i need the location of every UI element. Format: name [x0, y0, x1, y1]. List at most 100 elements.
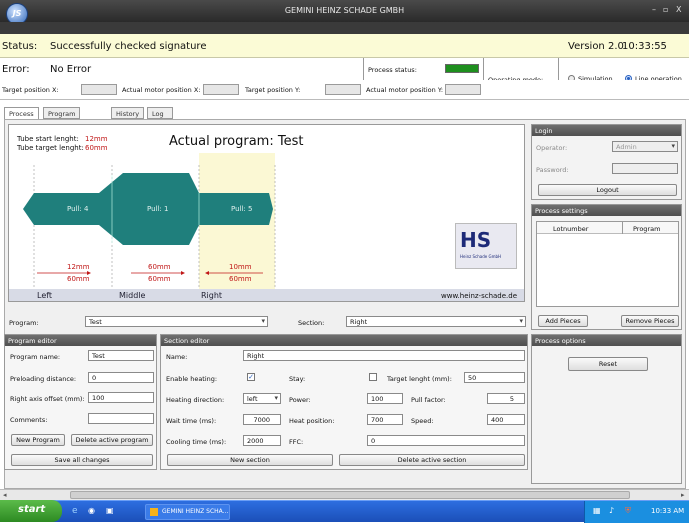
- title-bar: GEMINI HEINZ SCHADE GMBH – ▫ X: [0, 0, 689, 22]
- pull-factor-stepper[interactable]: 5: [487, 393, 525, 404]
- operator-label: Operator:: [536, 144, 568, 152]
- wait-time-label: Wait time (ms):: [166, 417, 217, 425]
- program-title: Actual program: Test: [169, 134, 304, 149]
- tab-program-settings[interactable]: Program settings: [43, 107, 81, 126]
- process-options-header: Process options: [532, 335, 681, 346]
- delete-section-button[interactable]: Delete active section: [339, 454, 525, 466]
- power-label: Power:: [289, 396, 311, 404]
- section-editor-panel: Section editor Name: Right Enable heatin…: [160, 334, 528, 470]
- error-row: Error: No Error Process status: Operatin…: [0, 58, 689, 100]
- error-label: Error:: [2, 64, 30, 75]
- status-label: Status:: [2, 41, 38, 52]
- tube-start-label: Tube start lenght:: [17, 135, 79, 143]
- new-program-button[interactable]: New Program: [11, 434, 65, 446]
- desktop-icon[interactable]: ▣: [106, 506, 114, 515]
- dim-left-bottom: 60mm: [67, 275, 90, 283]
- scroll-left-icon[interactable]: ◂: [3, 491, 7, 499]
- start-button[interactable]: start: [0, 500, 62, 522]
- login-header: Login: [532, 125, 681, 136]
- heating-direction-select[interactable]: left: [243, 393, 281, 404]
- enable-heating-checkbox[interactable]: ✓: [247, 373, 255, 381]
- col-lotnumber[interactable]: Lotnumber: [553, 225, 588, 233]
- logout-button[interactable]: Logout: [538, 184, 677, 196]
- password-field[interactable]: [612, 163, 678, 174]
- col-program[interactable]: Program: [633, 225, 660, 233]
- dim-middle-bottom: 60mm: [148, 275, 171, 283]
- process-settings-header: Process settings: [532, 205, 681, 216]
- dim-right-top: 10mm: [229, 263, 252, 271]
- volume-icon[interactable]: ♪: [609, 506, 614, 515]
- speed-input[interactable]: 400: [487, 414, 525, 425]
- add-pieces-button[interactable]: Add Pieces: [538, 315, 588, 327]
- section-select[interactable]: Right: [346, 316, 526, 327]
- tab-log-book[interactable]: Log book: [147, 107, 173, 126]
- maximize-button[interactable]: ▫: [663, 5, 668, 14]
- section-left-label[interactable]: Left: [37, 291, 52, 300]
- cooling-time-input[interactable]: 2000: [243, 435, 281, 446]
- offset-input[interactable]: 100: [88, 392, 154, 403]
- program-select[interactable]: Test: [85, 316, 268, 327]
- section-name-input[interactable]: Right: [243, 350, 525, 361]
- new-section-button[interactable]: New section: [167, 454, 333, 466]
- media-icon[interactable]: ◉: [88, 506, 95, 515]
- title-bar-lower: [0, 22, 689, 34]
- comments-input[interactable]: [88, 413, 154, 424]
- heat-position-input[interactable]: 700: [367, 414, 403, 425]
- save-all-button[interactable]: Save all changes: [11, 454, 153, 466]
- login-panel: Login Operator: Admin Password: Logout: [531, 124, 682, 200]
- target-y-field: [325, 84, 361, 95]
- process-status-indicator: [445, 64, 479, 73]
- offset-label: Right axis offset (mm):: [10, 395, 85, 403]
- process-options-panel: Process options Reset: [531, 334, 682, 484]
- tube-target-label: Tube target lenght:: [17, 144, 84, 152]
- scroll-right-icon[interactable]: ▸: [681, 491, 685, 499]
- preload-label: Preloading distance:: [10, 375, 77, 383]
- taskbar: GEMINI HEINZ SCHA... e ◉ ▣ 10:33 AM ▦ ♪ …: [0, 500, 689, 523]
- remove-pieces-button[interactable]: Remove Pieces: [621, 315, 679, 327]
- program-editor-header: Program editor: [5, 335, 156, 346]
- pull-label-left: Pull: 4: [67, 205, 89, 213]
- app-window-icon: [150, 508, 158, 516]
- hs-company-text: Heinz Schade GmbH: [460, 254, 502, 259]
- clock-text: 10:33:55: [622, 41, 667, 52]
- wait-time-stepper[interactable]: 7000: [243, 414, 281, 425]
- tube-target-value: 60mm: [85, 144, 108, 152]
- dim-left-top: 12mm: [67, 263, 90, 271]
- version-text: Version 2.0: [568, 41, 624, 52]
- tray-clock: 10:33 AM: [651, 507, 685, 515]
- program-name-input[interactable]: Test: [88, 350, 154, 361]
- pull-label-right: Pull: 5: [231, 205, 253, 213]
- section-name-label: Name:: [166, 353, 188, 361]
- process-visualization: Tube start lenght: 12mm Tube target leng…: [8, 124, 525, 302]
- section-middle-label[interactable]: Middle: [119, 291, 145, 300]
- preload-input[interactable]: 0: [88, 372, 154, 383]
- minimize-button[interactable]: –: [652, 5, 656, 14]
- horizontal-scrollbar[interactable]: ◂ ▸: [0, 489, 689, 500]
- comments-label: Comments:: [10, 416, 48, 424]
- section-editor-header: Section editor: [161, 335, 527, 346]
- ie-icon[interactable]: e: [72, 506, 78, 516]
- delete-program-button[interactable]: Delete active program: [71, 434, 153, 446]
- ffc-input[interactable]: 0: [367, 435, 525, 446]
- start-label: start: [18, 504, 46, 515]
- process-settings-panel: Process settings Lotnumber Program Add P…: [531, 204, 682, 330]
- enable-heating-label: Enable heating:: [166, 375, 218, 383]
- close-button[interactable]: X: [676, 5, 681, 14]
- target-length-input[interactable]: 50: [464, 372, 525, 383]
- lot-table[interactable]: Lotnumber Program: [536, 221, 679, 307]
- operator-select[interactable]: Admin: [612, 141, 678, 152]
- network-icon[interactable]: ▦: [593, 506, 601, 515]
- window-title: GEMINI HEINZ SCHADE GMBH: [284, 6, 405, 15]
- section-right-label[interactable]: Right: [201, 291, 222, 300]
- stay-checkbox[interactable]: [369, 373, 377, 381]
- tube-start-value: 12mm: [85, 135, 108, 143]
- security-icon[interactable]: ⛨: [625, 506, 631, 516]
- position-row: Target position X: Actual motor position…: [0, 80, 689, 100]
- tab-history[interactable]: History: [111, 107, 145, 119]
- power-input[interactable]: 100: [367, 393, 403, 404]
- program-editor-panel: Program editor Program name: Test Preloa…: [4, 334, 157, 470]
- stay-label: Stay:: [289, 375, 306, 383]
- reset-button[interactable]: Reset: [568, 357, 648, 371]
- scroll-thumb[interactable]: [70, 491, 630, 499]
- pull-factor-label: Pull factor:: [411, 396, 446, 404]
